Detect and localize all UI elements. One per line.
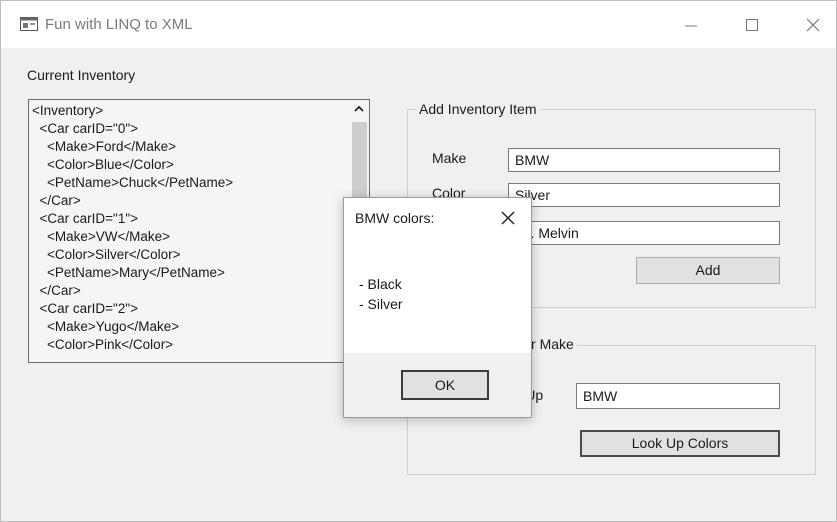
inventory-xml-textbox[interactable]: <Inventory> <Car carID="0"> <Make>Ford</…	[28, 99, 352, 363]
close-icon	[806, 18, 820, 32]
make-field[interactable]	[508, 148, 780, 172]
xml-line: <Car carID="2">	[32, 301, 139, 316]
scroll-up-arrow-icon[interactable]	[353, 104, 365, 114]
maximize-button[interactable]	[729, 9, 775, 41]
xml-line: <Color>Pink</Color>	[32, 337, 174, 352]
maximize-icon	[746, 19, 758, 31]
color-field[interactable]	[508, 183, 780, 207]
title-bar: Fun with LINQ to XML	[1, 1, 836, 48]
minimize-icon	[685, 25, 697, 27]
window-title: Fun with LINQ to XML	[45, 16, 193, 33]
add-button[interactable]: Add	[636, 257, 780, 284]
minimize-button[interactable]	[668, 9, 714, 41]
close-button[interactable]	[790, 9, 836, 41]
xml-line: <PetName>Chuck</PetName>	[32, 175, 234, 190]
add-inventory-group-title: Add Inventory Item	[416, 101, 540, 117]
xml-line: <Car carID="1">	[32, 211, 139, 226]
xml-line: </Car>	[32, 193, 81, 208]
main-window: Fun with LINQ to XML Current Inventory <…	[0, 0, 837, 522]
current-inventory-label: Current Inventory	[27, 67, 136, 83]
dialog-message-line: - Black	[359, 276, 402, 292]
xml-line: <Inventory>	[32, 103, 104, 118]
dialog-close-icon[interactable]	[500, 210, 516, 226]
app-window-icon	[20, 17, 38, 31]
xml-line: </Car>	[32, 283, 81, 298]
dialog-title: BMW colors:	[355, 210, 435, 226]
make-label: Make	[432, 150, 467, 166]
xml-line: <PetName>Mary</PetName>	[32, 265, 225, 280]
dialog-message-line: - Silver	[359, 296, 403, 312]
message-box-dialog: BMW colors: - Black - Silver OK	[343, 197, 532, 418]
xml-line: <Color>Blue</Color>	[32, 157, 174, 172]
ok-button[interactable]: OK	[401, 370, 489, 400]
lookup-make-field[interactable]	[576, 383, 780, 409]
pet-name-field[interactable]	[508, 221, 780, 245]
xml-line: <Car carID="0">	[32, 121, 139, 136]
xml-line: <Make>VW</Make>	[32, 229, 171, 244]
look-up-colors-button[interactable]: Look Up Colors	[580, 430, 780, 457]
xml-line: <Make>Ford</Make>	[32, 139, 177, 154]
xml-line: <Make>Yugo</Make>	[32, 319, 180, 334]
xml-line: <Color>Silver</Color>	[32, 247, 181, 262]
